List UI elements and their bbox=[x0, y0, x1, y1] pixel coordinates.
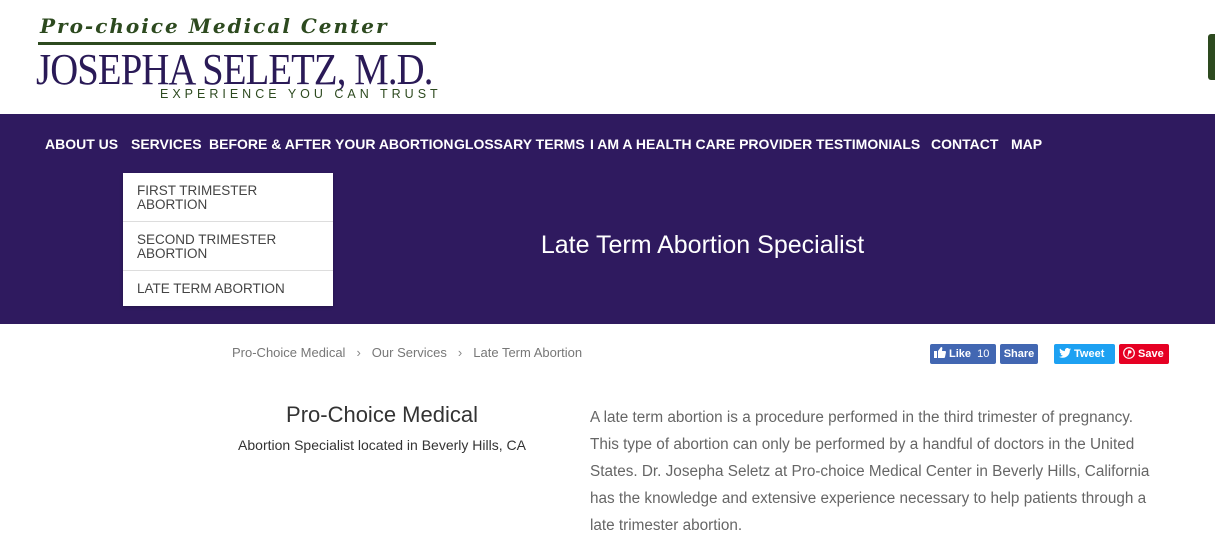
dropdown-item-label: FIRST TRIMESTER bbox=[137, 183, 258, 198]
dropdown-item-label: SECOND TRIMESTER bbox=[137, 232, 277, 247]
sidebar-subtitle: Abortion Specialist located in Beverly H… bbox=[238, 437, 526, 453]
facebook-like-label: Like bbox=[949, 348, 972, 360]
site-logo[interactable]: Pro-choice Medical Center JOSEPHA SELETZ… bbox=[36, 14, 446, 104]
logo-script-text: Pro-choice Medical Center bbox=[40, 14, 389, 38]
dropdown-late-term[interactable]: LATE TERM ABORTION bbox=[123, 271, 333, 306]
services-dropdown: FIRST TRIMESTER ABORTION SECOND TRIMESTE… bbox=[123, 173, 333, 306]
site-header: Pro-choice Medical Center JOSEPHA SELETZ… bbox=[0, 0, 1215, 114]
side-tab[interactable] bbox=[1208, 34, 1215, 80]
pinterest-icon bbox=[1123, 344, 1135, 364]
facebook-like-button[interactable]: Like 10 bbox=[930, 344, 996, 364]
breadcrumb-our-services[interactable]: Our Services bbox=[372, 345, 447, 360]
tweet-button[interactable]: Tweet bbox=[1054, 344, 1115, 364]
facebook-like-count: 10 bbox=[977, 348, 990, 360]
sidebar-title: Pro-Choice Medical bbox=[286, 402, 478, 427]
page-title: Late Term Abortion Specialist bbox=[540, 231, 865, 259]
thumbs-up-icon bbox=[934, 344, 946, 364]
main-nav: ABOUT US SERVICES BEFORE & AFTER YOUR AB… bbox=[0, 114, 1215, 173]
nav-glossary[interactable]: GLOSSARY TERMS bbox=[454, 114, 585, 173]
paragraph-line: States. Dr. Josepha Seletz at Pro-choice… bbox=[590, 463, 1150, 480]
paragraph-line: late trimester abortion. bbox=[590, 517, 743, 534]
nav-services[interactable]: SERVICES bbox=[131, 114, 202, 173]
pinterest-save-label: Save bbox=[1138, 348, 1164, 360]
nav-before-after[interactable]: BEFORE & AFTER YOUR ABORTION bbox=[209, 114, 454, 173]
nav-contact[interactable]: CONTACT bbox=[931, 114, 998, 173]
breadcrumb-home[interactable]: Pro-Choice Medical bbox=[232, 345, 345, 360]
pinterest-save-button[interactable]: Save bbox=[1119, 344, 1169, 364]
dropdown-item-label: ABORTION bbox=[137, 197, 208, 212]
paragraph-line: This type of abortion can only be perfor… bbox=[590, 436, 1135, 453]
nav-map[interactable]: MAP bbox=[1011, 114, 1042, 173]
article-paragraph: A late term abortion is a procedure perf… bbox=[590, 404, 1170, 539]
breadcrumb-separator: › bbox=[356, 345, 361, 360]
dropdown-item-label: ABORTION bbox=[137, 246, 208, 261]
dropdown-first-trimester[interactable]: FIRST TRIMESTER ABORTION bbox=[123, 173, 333, 222]
tweet-label: Tweet bbox=[1074, 348, 1105, 360]
paragraph-line: A late term abortion is a procedure perf… bbox=[590, 409, 1134, 426]
nav-testimonials[interactable]: TESTIMONIALS bbox=[816, 114, 920, 173]
facebook-share-button[interactable]: Share bbox=[1000, 344, 1038, 364]
logo-tagline: EXPERIENCE YOU CAN TRUST bbox=[160, 87, 442, 101]
breadcrumb: Pro-Choice Medical › Our Services › Late Ter… bbox=[232, 345, 582, 360]
paragraph-line: has the knowledge and extensive experien… bbox=[590, 490, 1147, 507]
dropdown-item-label: LATE TERM ABORTION bbox=[137, 281, 285, 296]
twitter-bird-icon bbox=[1059, 344, 1071, 364]
breadcrumb-separator: › bbox=[457, 345, 463, 360]
nav-about-us[interactable]: ABOUT US bbox=[45, 114, 118, 173]
breadcrumb-current: Late Term Abortion bbox=[473, 345, 583, 360]
nav-health-care-provider[interactable]: I AM A HEALTH CARE PROVIDER bbox=[590, 114, 812, 173]
dropdown-second-trimester[interactable]: SECOND TRIMESTER ABORTION bbox=[123, 222, 333, 271]
